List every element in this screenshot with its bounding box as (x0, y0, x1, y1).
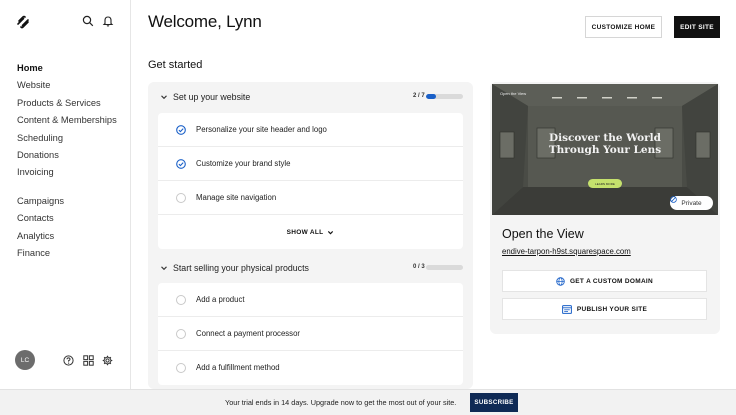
group-title: Start selling your physical products (173, 263, 309, 273)
sidebar-item-content-memberships[interactable]: Content & Memberships (17, 114, 117, 131)
site-card: Open the View Discover the World Through… (490, 82, 720, 334)
avatar[interactable]: LC (15, 350, 35, 370)
main-content: Welcome, Lynn CUSTOMIZE HOME EDIT SITE G… (131, 0, 736, 389)
sidebar-nav: Home Website Products & Services Content… (17, 62, 117, 264)
publish-site-button[interactable]: PUBLISH YOUR SITE (502, 298, 707, 320)
bell-icon[interactable] (102, 15, 114, 27)
task-label: Add a fulfillment method (196, 363, 280, 372)
private-label: Private (681, 199, 702, 207)
sidebar-item-analytics[interactable]: Analytics (17, 230, 117, 247)
show-all-label: SHOW ALL (286, 228, 324, 236)
sidebar-item-contacts[interactable]: Contacts (17, 212, 117, 229)
sidebar-item-scheduling[interactable]: Scheduling (17, 132, 117, 149)
empty-circle-icon (176, 329, 186, 339)
browser-window-icon (561, 304, 572, 314)
group-progress-count: 0 / 3 (413, 264, 425, 270)
site-preview[interactable]: Open the View Discover the World Through… (492, 84, 718, 215)
group-title: Set up your website (173, 92, 251, 102)
publish-site-label: PUBLISH YOUR SITE (576, 305, 648, 313)
custom-domain-label: GET A CUSTOM DOMAIN (569, 277, 654, 285)
edit-site-button[interactable]: EDIT SITE (674, 16, 720, 38)
empty-circle-icon (176, 363, 186, 373)
task-list: Add a product Connect a payment processo… (158, 283, 463, 385)
task-row[interactable]: Customize your brand style (158, 147, 463, 181)
globe-icon (556, 276, 565, 286)
sidebar-item-home[interactable]: Home (17, 62, 117, 79)
sidebar-item-products-services[interactable]: Products & Services (17, 97, 117, 114)
task-list: Personalize your site header and logo Cu… (158, 113, 463, 249)
sidebar-item-invoicing[interactable]: Invoicing (17, 166, 117, 183)
check-circle-icon (176, 125, 186, 135)
squarespace-logo-icon[interactable] (16, 15, 30, 29)
empty-circle-icon (176, 295, 186, 305)
custom-domain-button[interactable]: GET A CUSTOM DOMAIN (502, 270, 707, 292)
group-header-setup-website[interactable]: Set up your website 2 / 7 (148, 82, 473, 112)
progress-fill (426, 94, 437, 99)
get-started-card: Set up your website 2 / 7 Personalize yo… (148, 82, 473, 389)
private-badge[interactable]: Private (670, 196, 713, 210)
preview-brand: Open the View (500, 91, 527, 96)
group-progress-count: 2 / 7 (413, 93, 425, 99)
task-label: Add a product (196, 295, 245, 304)
apps-grid-icon[interactable] (83, 355, 94, 366)
chevron-down-icon (161, 266, 167, 271)
preview-headline: Discover the World Through Your Lens (548, 132, 662, 156)
settings-icon[interactable] (102, 355, 113, 366)
group-progress-bar (426, 265, 463, 270)
show-all-button[interactable]: SHOW ALL (158, 215, 463, 249)
sidebar-item-donations[interactable]: Donations (17, 149, 117, 166)
group-header-start-selling[interactable]: Start selling your physical products 0 /… (148, 253, 473, 283)
subscribe-button[interactable]: SUBSCRIBE (470, 393, 518, 412)
sidebar-item-finance[interactable]: Finance (17, 247, 117, 264)
customize-home-button[interactable]: CUSTOMIZE HOME (585, 16, 662, 38)
page-title: Welcome, Lynn (148, 12, 262, 31)
check-circle-icon (176, 159, 186, 169)
task-label: Connect a payment processor (196, 329, 301, 338)
chevron-down-icon (328, 230, 334, 234)
get-started-heading: Get started (148, 59, 203, 71)
help-icon[interactable] (63, 355, 74, 366)
trial-message: Your trial ends in 14 days. Upgrade now … (225, 398, 457, 407)
task-label: Customize your brand style (196, 159, 291, 168)
sidebar-item-campaigns[interactable]: Campaigns (17, 195, 117, 212)
task-row[interactable]: Manage site navigation (158, 181, 463, 215)
private-globe-icon (670, 196, 677, 203)
site-name: Open the View (502, 227, 584, 241)
group-progress-bar (426, 94, 463, 99)
site-url-link[interactable]: endive-tarpon-h9st.squarespace.com (502, 247, 631, 256)
task-row[interactable]: Personalize your site header and logo (158, 113, 463, 147)
preview-button: LEARN MORE (588, 179, 622, 188)
task-label: Personalize your site header and logo (196, 125, 327, 134)
sidebar-item-website[interactable]: Website (17, 79, 117, 96)
empty-circle-icon (176, 193, 186, 203)
chevron-down-icon (161, 95, 167, 100)
task-row[interactable]: Add a fulfillment method (158, 351, 463, 385)
task-row[interactable]: Connect a payment processor (158, 317, 463, 351)
nav-divider-gap (17, 184, 117, 195)
sidebar: Home Website Products & Services Content… (0, 0, 131, 389)
search-icon[interactable] (82, 15, 94, 27)
trial-banner: Your trial ends in 14 days. Upgrade now … (0, 389, 736, 415)
task-row[interactable]: Add a product (158, 283, 463, 317)
task-label: Manage site navigation (196, 193, 277, 202)
